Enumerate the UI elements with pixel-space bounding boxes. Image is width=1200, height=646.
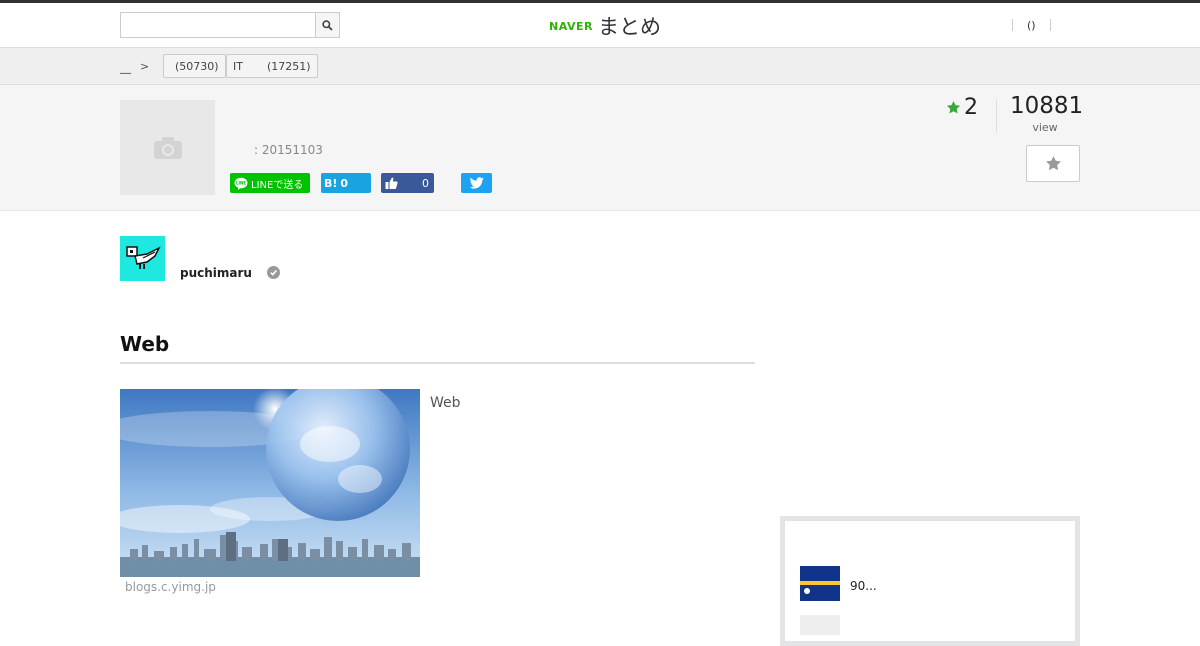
line-icon: LINE (234, 177, 248, 190)
hatena-count: 0 (340, 176, 349, 190)
logo-brand: NAVER (549, 19, 593, 33)
search-icon (322, 19, 333, 31)
article-thumbnail (120, 100, 215, 195)
breadcrumb: __ > (50730) IT (17251) (0, 48, 1200, 85)
divider (996, 99, 997, 133)
search-input[interactable] (121, 13, 316, 37)
facebook-like-button[interactable]: 0 (381, 173, 434, 193)
favorite-count: 2 (946, 95, 978, 120)
section-heading: Web (120, 332, 170, 356)
site-logo[interactable]: NAVER まとめ (549, 12, 661, 40)
hatena-label: B! (324, 176, 338, 190)
favorite-count-value: 2 (964, 95, 978, 120)
star-icon (1045, 156, 1061, 171)
article-header: : 20151103 LINE LINEで送る B! 0 0 2 10881 v… (0, 85, 1200, 211)
hatena-bookmark-button[interactable]: B! 0 (321, 173, 371, 193)
twitter-share-button[interactable] (461, 173, 492, 193)
chevron-right-icon: > (140, 60, 150, 73)
header-link-user[interactable]: () (1013, 19, 1050, 32)
related-item-title[interactable]: 90... (850, 579, 877, 593)
add-favorite-button[interactable] (1026, 145, 1080, 182)
related-item-thumbnail[interactable] (800, 566, 840, 601)
line-share-label: LINEで送る (251, 179, 304, 191)
search-button[interactable] (315, 13, 339, 37)
line-share-button[interactable]: LINE LINEで送る (230, 173, 310, 193)
category-tag-it[interactable]: IT (17251) (226, 54, 318, 78)
image-caption: Web (430, 395, 461, 411)
related-matome-box: 90... (780, 516, 1080, 646)
twitter-icon (469, 177, 484, 189)
logo-name: まとめ (597, 15, 661, 39)
divider (1049, 19, 1051, 31)
image-source-link[interactable]: blogs.c.yimg.jp (125, 580, 216, 594)
facebook-count: 0 (422, 176, 429, 190)
bird-icon (125, 245, 161, 269)
search-box (120, 12, 340, 38)
article-date: : 20151103 (254, 143, 323, 157)
header-links: () (1012, 18, 1051, 32)
divider (120, 362, 755, 364)
star-icon (946, 100, 961, 114)
category-tag-count: (50730) (175, 59, 219, 73)
article-image[interactable] (120, 389, 420, 577)
category-tag-count: (17251) (266, 59, 311, 73)
camera-icon (153, 136, 182, 159)
author-name[interactable]: puchimaru (180, 266, 252, 280)
author-avatar[interactable] (120, 236, 165, 281)
category-tag-label: IT (233, 59, 243, 73)
verified-icon (267, 266, 280, 279)
site-header: NAVER まとめ () (0, 3, 1200, 48)
category-tag[interactable]: (50730) (163, 54, 226, 78)
related-item-thumbnail[interactable] (800, 615, 840, 635)
view-label: view (1032, 121, 1058, 134)
svg-text:LINE: LINE (236, 180, 246, 185)
view-count: 10881 (1010, 93, 1084, 119)
breadcrumb-home[interactable]: __ (120, 61, 131, 74)
thumbs-up-icon (385, 177, 398, 189)
